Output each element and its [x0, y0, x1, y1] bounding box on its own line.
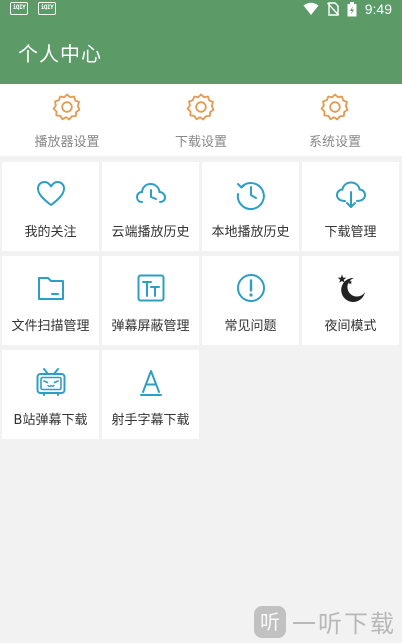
moon-stars-icon: [337, 274, 365, 302]
settings-row: 播放器设置 下载设置 系统设置: [0, 84, 402, 156]
folder-icon: [37, 277, 64, 300]
font-a-icon: [139, 370, 162, 396]
gear-icon: [320, 93, 349, 121]
tile-local-history[interactable]: 本地播放历史: [202, 162, 299, 251]
text-block-icon: [137, 274, 164, 302]
tile-label: 常见问题: [224, 319, 277, 334]
setting-label: 下载设置: [174, 135, 227, 150]
status-bar: iQIY iQIY 9:49: [0, 0, 402, 18]
system-settings-button[interactable]: 系统设置: [268, 84, 402, 156]
tile-label: B站弹幕下载: [13, 413, 88, 428]
page-title: 个人中心: [18, 42, 102, 66]
iqiyi-app-icon: iQIY: [10, 2, 28, 15]
cloud-clock-icon: [135, 182, 166, 203]
no-sim-icon: [326, 2, 339, 16]
tile-label: 下载管理: [324, 225, 377, 240]
setting-label: 系统设置: [308, 135, 361, 150]
tile-file-scan[interactable]: 文件扫描管理: [2, 256, 99, 345]
setting-label: 播放器设置: [34, 135, 100, 150]
status-bar-right: 9:49: [303, 0, 392, 18]
tile-cloud-history[interactable]: 云端播放历史: [102, 162, 199, 251]
tile-bilibili-download[interactable]: B站弹幕下载: [2, 350, 99, 439]
tile-danmaku-block[interactable]: 弹幕屏蔽管理: [102, 256, 199, 345]
tile-label: 云端播放历史: [111, 225, 190, 240]
tile-label: 文件扫描管理: [11, 319, 90, 334]
exclamation-icon: [236, 274, 265, 302]
player-settings-button[interactable]: 播放器设置: [0, 84, 134, 156]
feature-grid: 我的关注 云端播放历史 本地播放历史 下载管理 文件扫描管理 弹幕屏蔽管理 常见…: [2, 162, 400, 439]
wifi-icon: [303, 2, 319, 15]
tile-subtitle-download[interactable]: 射手字幕下载: [102, 350, 199, 439]
tile-label: 本地播放历史: [211, 225, 290, 240]
title-bar: 个人中心: [0, 18, 402, 84]
tile-faq[interactable]: 常见问题: [202, 256, 299, 345]
gear-icon: [186, 93, 215, 121]
tile-my-follows[interactable]: 我的关注: [2, 162, 99, 251]
battery-icon: [347, 1, 357, 16]
tile-download-manager[interactable]: 下载管理: [302, 162, 399, 251]
watermark-logo: 听: [254, 605, 286, 638]
cloud-download-icon: [335, 181, 366, 208]
tile-label: 我的关注: [24, 225, 77, 240]
download-settings-button[interactable]: 下载设置: [134, 84, 268, 156]
tile-night-mode[interactable]: 夜间模式: [302, 256, 399, 345]
bilibili-tv-icon: [36, 368, 65, 396]
heart-icon: [36, 181, 65, 206]
status-time: 9:49: [364, 1, 392, 17]
tile-label: 夜间模式: [324, 319, 377, 334]
gear-icon: [52, 93, 81, 121]
tile-label: 射手字幕下载: [111, 413, 190, 428]
watermark: 听 一听下载: [254, 604, 396, 639]
watermark-text: 一听下载: [292, 610, 396, 638]
clock-icon: [236, 182, 265, 210]
status-bar-left: iQIY iQIY: [10, 2, 56, 15]
tile-label: 弹幕屏蔽管理: [111, 319, 190, 334]
iqiyi-app-icon: iQIY: [38, 2, 56, 15]
